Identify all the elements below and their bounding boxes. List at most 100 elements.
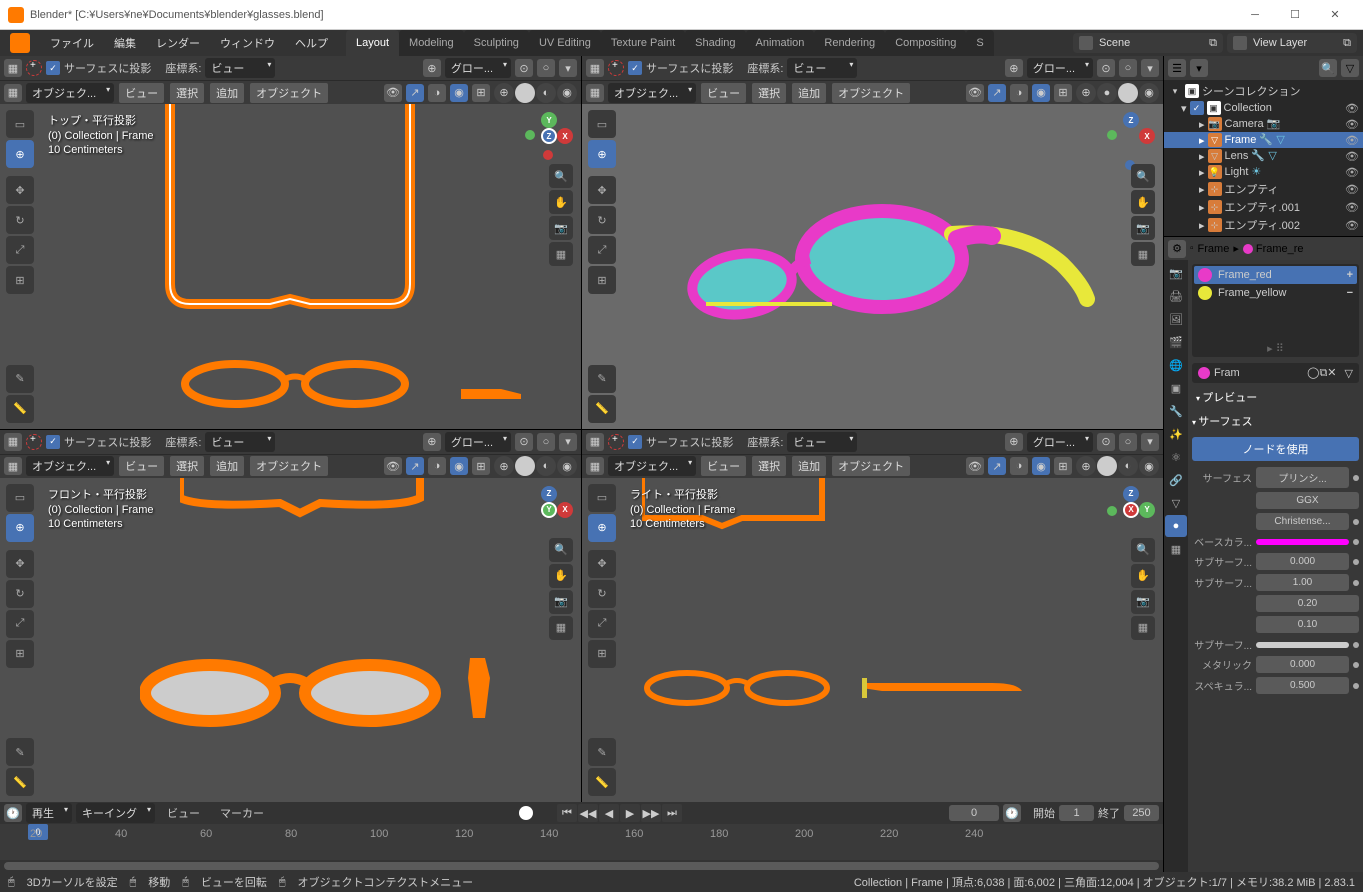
subsurf-g[interactable]: 0.20	[1256, 595, 1359, 612]
coord-dropdown[interactable]: ビュー	[205, 58, 275, 78]
axis-z-icon[interactable]: Z	[541, 128, 557, 144]
persp-icon[interactable]: ▦	[549, 242, 573, 266]
material-slots[interactable]: Frame_red + Frame_yellow − ▸ ⠿	[1192, 264, 1359, 357]
view-menu[interactable]: ビュー	[700, 82, 747, 104]
nav-gizmo[interactable]: Y Z X	[525, 112, 573, 160]
preview-panel-header[interactable]: プレビュー	[1188, 385, 1363, 409]
end-frame[interactable]: 250	[1124, 805, 1159, 821]
zoom-icon[interactable]: 🔍	[549, 164, 573, 188]
select-menu[interactable]: 選択	[169, 455, 205, 477]
viewport-top[interactable]: ▦ ✓ サーフェスに投影 座標系: ビュー ⊕ グロー... ⊙ ○ ▾ ▦ オ…	[0, 56, 581, 429]
light-row[interactable]: ▸ 💡 Light ☀ 👁	[1164, 164, 1363, 180]
object-menu[interactable]: オブジェクト	[249, 82, 329, 104]
solid-icon[interactable]: ●	[515, 83, 535, 103]
basecolor-swatch[interactable]	[1256, 539, 1349, 545]
persp-icon[interactable]: ▦	[1131, 242, 1155, 266]
pan-icon[interactable]: ✋	[549, 190, 573, 214]
xray-icon[interactable]: ⊞	[1054, 457, 1072, 475]
select-menu[interactable]: 選択	[169, 82, 205, 104]
tab-constraint-icon[interactable]: 🔗	[1165, 469, 1187, 491]
tool-annotate[interactable]: ✎	[6, 738, 34, 766]
overlay2-icon[interactable]: ◉	[1032, 84, 1050, 102]
socket-icon[interactable]	[1353, 642, 1359, 648]
mode-icon[interactable]: ▦	[586, 84, 604, 102]
mode-dropdown[interactable]: オブジェク...	[26, 456, 114, 476]
scene-collection-row[interactable]: ▾ ▣ シーンコレクション	[1164, 82, 1363, 100]
socket-icon[interactable]	[1353, 662, 1359, 668]
tab-rendering[interactable]: Rendering	[814, 30, 885, 56]
options-icon[interactable]: ▾	[559, 433, 577, 451]
gizmo-toggle-icon[interactable]: ↗	[988, 457, 1006, 475]
matprev-icon[interactable]: ◐	[536, 83, 556, 103]
tool-measure[interactable]: 📏	[588, 395, 616, 423]
transform-orient-icon[interactable]: ⊕	[1005, 59, 1023, 77]
mode-icon[interactable]: ▦	[4, 84, 22, 102]
coord-dropdown[interactable]: ビュー	[787, 432, 857, 452]
view-menu[interactable]: ビュー	[700, 455, 747, 477]
transform-orient-icon[interactable]: ⊕	[423, 433, 441, 451]
start-frame[interactable]: 1	[1059, 805, 1094, 821]
timeline-track[interactable]: 0 20406080100120140160180200220240	[0, 824, 1163, 860]
tab-layout[interactable]: Layout	[346, 30, 399, 56]
xray-icon[interactable]: ⊞	[1054, 84, 1072, 102]
axis-y-icon[interactable]: Y	[541, 112, 557, 128]
camera-icon[interactable]: 📷	[549, 216, 573, 240]
axis-x-icon[interactable]: X	[557, 502, 573, 518]
tab-modeling[interactable]: Modeling	[399, 30, 464, 56]
tab-modifier-icon[interactable]: 🔧	[1165, 400, 1187, 422]
blender-icon[interactable]	[10, 33, 30, 53]
tool-scale[interactable]: ⤢	[6, 610, 34, 638]
zoom-icon[interactable]: 🔍	[1131, 538, 1155, 562]
tool-scale[interactable]: ⤢	[588, 236, 616, 264]
tool-annotate[interactable]: ✎	[588, 365, 616, 393]
mode-icon[interactable]: ▦	[4, 457, 22, 475]
visibility-icon[interactable]: 👁	[1345, 183, 1359, 196]
timeline-type-icon[interactable]: 🕐	[4, 804, 22, 822]
empty-row[interactable]: ▸ ⊹ エンプティ 👁	[1164, 180, 1363, 198]
breadcrumb-object[interactable]: Frame	[1198, 243, 1230, 255]
surface-shader-dropdown[interactable]: プリンシ...	[1256, 467, 1349, 488]
options-icon[interactable]: ▾	[1141, 59, 1159, 77]
snap-checkbox[interactable]: ✓	[46, 61, 60, 75]
tool-cursor[interactable]: ⊕	[6, 514, 34, 542]
tool-rotate[interactable]: ↻	[588, 206, 616, 234]
wireframe-icon[interactable]: ⊕	[494, 456, 514, 476]
tool-annotate[interactable]: ✎	[588, 738, 616, 766]
zoom-icon[interactable]: 🔍	[549, 538, 573, 562]
tool-transform[interactable]: ⊞	[588, 266, 616, 294]
tool-select[interactable]: ▭	[588, 110, 616, 138]
socket-icon[interactable]	[1353, 475, 1359, 481]
minimize-button[interactable]: ─	[1235, 1, 1275, 29]
play-icon[interactable]: ▶	[620, 804, 640, 822]
axis-y-icon[interactable]: Y	[1139, 502, 1155, 518]
tool-measure[interactable]: 📏	[6, 768, 34, 796]
visibility-icon[interactable]: 👁	[1345, 201, 1359, 214]
axis-z-icon[interactable]: Z	[1123, 486, 1139, 502]
snap-checkbox[interactable]: ✓	[46, 435, 60, 449]
axis-x-icon[interactable]: X	[1139, 128, 1155, 144]
socket-icon[interactable]	[1353, 580, 1359, 586]
editor-type-icon[interactable]: ▦	[4, 59, 22, 77]
node-wrangler-icon[interactable]: ▽	[1345, 367, 1353, 380]
add-menu[interactable]: 追加	[209, 82, 245, 104]
gizmo-toggle-icon[interactable]: ↗	[406, 84, 424, 102]
snap-icon[interactable]: ⊙	[1097, 433, 1115, 451]
global-dropdown[interactable]: グロー...	[445, 58, 511, 78]
sel-icon[interactable]: 👁	[966, 457, 984, 475]
outliner-mode-icon[interactable]: ▾	[1190, 59, 1208, 77]
menu-render[interactable]: レンダー	[146, 30, 210, 56]
persp-icon[interactable]: ▦	[549, 616, 573, 640]
tab-material-icon[interactable]: ●	[1165, 515, 1187, 537]
use-nodes-button[interactable]: ノードを使用	[1192, 437, 1359, 461]
tl-marker-menu[interactable]: マーカー	[212, 805, 272, 821]
search-icon[interactable]: 🔍	[1319, 59, 1337, 77]
menu-help[interactable]: ヘルプ	[285, 30, 338, 56]
empty001-row[interactable]: ▸ ⊹ エンプティ.001 👁	[1164, 198, 1363, 216]
subsurf-method-dropdown[interactable]: Christense...	[1256, 513, 1349, 530]
snap-checkbox[interactable]: ✓	[628, 61, 642, 75]
timeline-scrollbar[interactable]	[4, 862, 1159, 870]
overlay-icon[interactable]: ◑	[428, 84, 446, 102]
camera-row[interactable]: ▸ 📷 Camera 📷 👁	[1164, 116, 1363, 132]
nav-gizmo[interactable]: Z X Y	[525, 486, 573, 534]
tab-mesh-icon[interactable]: ▽	[1165, 492, 1187, 514]
